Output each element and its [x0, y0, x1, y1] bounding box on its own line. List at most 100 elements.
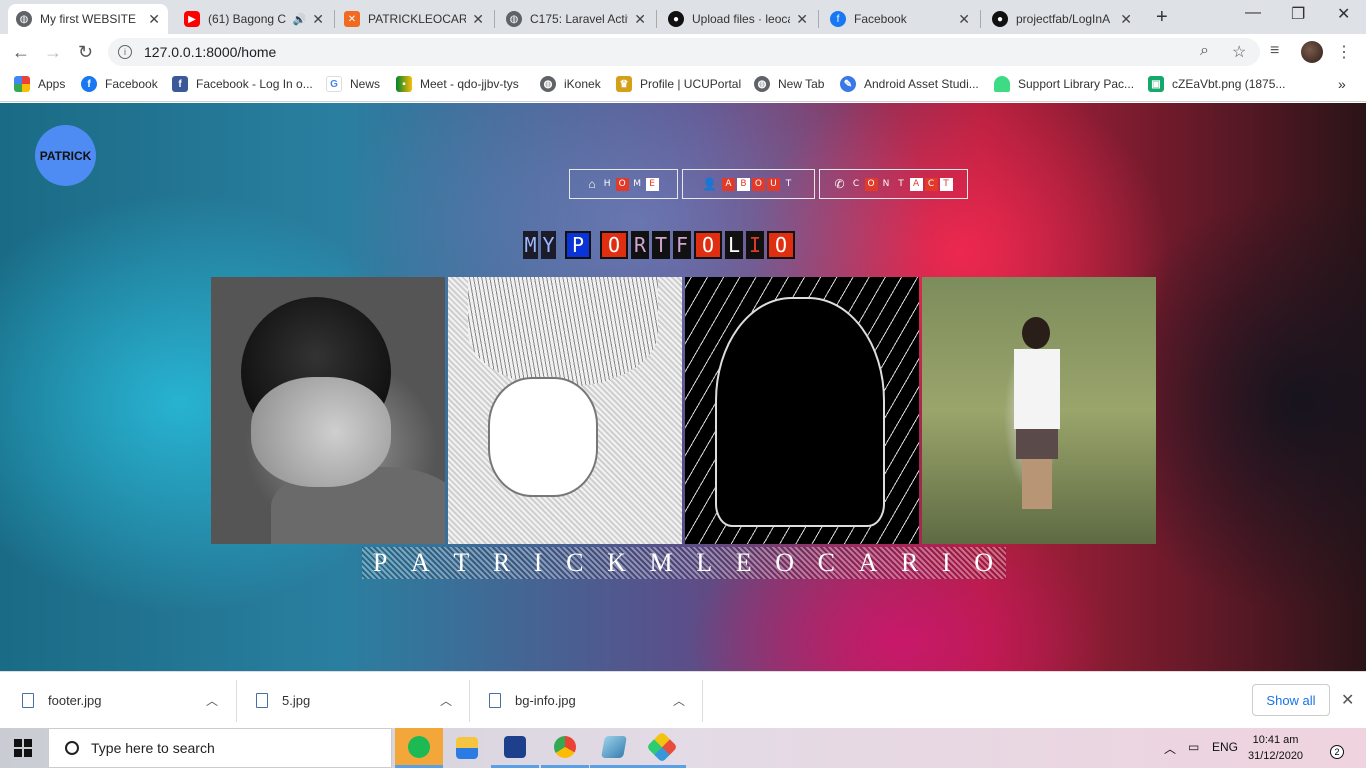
close-tab-icon[interactable]: ✕	[796, 11, 808, 28]
taskbar-search[interactable]: Type here to search	[48, 728, 392, 768]
tab-divider	[818, 10, 819, 28]
folder-icon	[456, 737, 478, 759]
nav-home-button[interactable]: ⌂ H O M E	[569, 169, 678, 199]
title-letter: O	[600, 231, 628, 259]
nav-about-button[interactable]: 👤 A B O U T	[682, 169, 815, 199]
bookmark-facebook-login[interactable]: f Facebook - Log In o...	[172, 76, 313, 92]
bookmark-ucuportal[interactable]: ♛ Profile | UCUPortal	[616, 76, 741, 92]
name-letter: I	[942, 548, 953, 577]
bookmark-support-library[interactable]: Support Library Pac...	[994, 76, 1134, 92]
home-icon: ⌂	[588, 177, 596, 191]
bookmark-apps[interactable]: Apps	[14, 76, 65, 92]
language-indicator[interactable]: ENG	[1212, 740, 1238, 754]
minimize-icon[interactable]: —	[1245, 4, 1261, 22]
taskbar-app-explorer[interactable]	[443, 728, 491, 768]
chevron-up-icon[interactable]: ︿	[206, 692, 218, 709]
media-control-icon[interactable]: ≡	[1270, 42, 1279, 60]
site-info-icon[interactable]: i	[118, 45, 132, 59]
title-letter: P	[565, 231, 591, 259]
meet-icon: ▪	[396, 76, 412, 92]
taskbar-app-virtualbox[interactable]	[491, 728, 539, 768]
profile-avatar[interactable]	[1301, 41, 1323, 63]
forward-icon[interactable]: →	[44, 42, 62, 63]
tab-facebook[interactable]: f Facebook ✕	[822, 4, 978, 34]
chevron-up-icon[interactable]: ︿	[440, 692, 452, 709]
search-icon	[65, 741, 79, 755]
name-letter: M	[649, 548, 675, 577]
close-tab-icon[interactable]: ✕	[472, 11, 484, 28]
title-letter: O	[767, 231, 795, 259]
new-tab-button[interactable]: +	[1156, 6, 1168, 29]
phone-icon: ✆	[834, 177, 845, 191]
nav-letter: T	[939, 177, 953, 191]
menu-kebab-icon[interactable]: ⋮	[1336, 42, 1352, 62]
notes-icon	[601, 735, 627, 758]
tab-laravel[interactable]: ◍ C175: Laravel Activ ✕	[498, 4, 654, 34]
taskbar-app-tools[interactable]	[638, 728, 686, 768]
battery-icon[interactable]: ▭	[1188, 740, 1199, 754]
file-icon	[489, 693, 501, 708]
facebook-icon: f	[81, 76, 97, 92]
taskbar-app-notes[interactable]	[590, 728, 638, 768]
bookmark-news[interactable]: G News	[326, 76, 380, 92]
taskbar-app-chrome[interactable]	[541, 728, 589, 768]
nav-contact-button[interactable]: ✆ C O N T A C T	[819, 169, 968, 199]
taskbar-clock[interactable]: 10:41 am 31/12/2020	[1248, 732, 1303, 764]
notification-center-icon[interactable]: 2	[1322, 737, 1344, 759]
owner-name: P A T R I C K M L E O C A R I O	[362, 547, 1006, 579]
reload-icon[interactable]: ↻	[78, 42, 93, 63]
name-letter: R	[901, 548, 921, 577]
bookmark-ikonek[interactable]: ◍ iKonek	[540, 76, 601, 92]
windows-start-icon[interactable]	[14, 739, 32, 757]
download-item[interactable]: bg-info.jpg ︿	[489, 672, 699, 729]
download-item[interactable]: 5.jpg ︿	[256, 672, 466, 729]
restore-icon[interactable]: ❐	[1291, 4, 1305, 24]
bookmark-facebook[interactable]: f Facebook	[81, 76, 158, 92]
bookmark-android-asset-studio[interactable]: ✎ Android Asset Studi...	[840, 76, 979, 92]
url-text: 127.0.0.1:8000/home	[144, 44, 277, 60]
tab-divider	[656, 10, 657, 28]
tab-xampp[interactable]: ✕ PATRICKLEOCARIO ✕	[336, 4, 492, 34]
globe-icon: ◍	[540, 76, 556, 92]
tab-github-upload[interactable]: ● Upload files · leoca ✕	[660, 4, 816, 34]
bookmark-new-tab[interactable]: ◍ New Tab	[754, 76, 824, 92]
tab-youtube[interactable]: ▶ (61) Bagong C 🔊 ✕	[176, 4, 332, 34]
nav-letter: E	[645, 177, 659, 191]
tab-github-projectfab[interactable]: ● projectfab/LogInA ✕	[984, 4, 1140, 34]
close-tab-icon[interactable]: ✕	[312, 11, 324, 28]
zoom-search-icon[interactable]: ⌕	[1200, 42, 1209, 60]
speaker-icon[interactable]: 🔊	[293, 13, 307, 26]
taskbar-app-spotify[interactable]	[395, 728, 443, 768]
close-tab-icon[interactable]: ✕	[1120, 11, 1132, 28]
tools-icon	[646, 730, 678, 763]
nav-letter: A	[721, 177, 735, 191]
name-letter: I	[533, 548, 545, 577]
windows-taskbar: Type here to search ︿ ▭ ENG 10:41 am 31/…	[0, 728, 1366, 768]
address-bar[interactable]: i 127.0.0.1:8000/home	[108, 38, 1260, 66]
clock-time: 10:41 am	[1252, 734, 1299, 746]
image-icon: ▣	[1148, 76, 1164, 92]
bookmarks-bar: Apps f Facebook f Facebook - Log In o...…	[0, 70, 1366, 102]
close-tab-icon[interactable]: ✕	[958, 11, 970, 28]
back-icon[interactable]: ←	[12, 42, 30, 63]
more-bookmarks-icon[interactable]: »	[1338, 76, 1346, 92]
name-letter: A	[858, 548, 880, 577]
bookmark-image[interactable]: ▣ cZEaVbt.png (1875...	[1148, 76, 1285, 92]
divider	[702, 680, 703, 722]
site-logo[interactable]: PATRICK	[35, 125, 96, 186]
tray-expand-icon[interactable]: ︿	[1164, 740, 1176, 757]
facebook-icon: f	[830, 11, 846, 27]
bookmark-meet[interactable]: ▪ Meet - qdo-jjbv-tys	[396, 76, 519, 92]
tab-my-first-website[interactable]: ◍ My first WEBSITE ✕	[8, 4, 168, 34]
close-shelf-icon[interactable]: ✕	[1341, 690, 1354, 710]
download-item[interactable]: footer.jpg ︿	[22, 672, 232, 729]
name-letter: C	[566, 548, 586, 577]
show-all-button[interactable]: Show all	[1252, 684, 1330, 716]
title-letter: F	[673, 231, 691, 259]
close-tab-icon[interactable]: ✕	[148, 11, 160, 28]
chevron-up-icon[interactable]: ︿	[673, 692, 685, 709]
close-tab-icon[interactable]: ✕	[634, 11, 646, 28]
globe-icon: ◍	[754, 76, 770, 92]
bookmark-star-icon[interactable]: ☆	[1232, 42, 1246, 62]
close-window-icon[interactable]: ✕	[1337, 4, 1350, 24]
